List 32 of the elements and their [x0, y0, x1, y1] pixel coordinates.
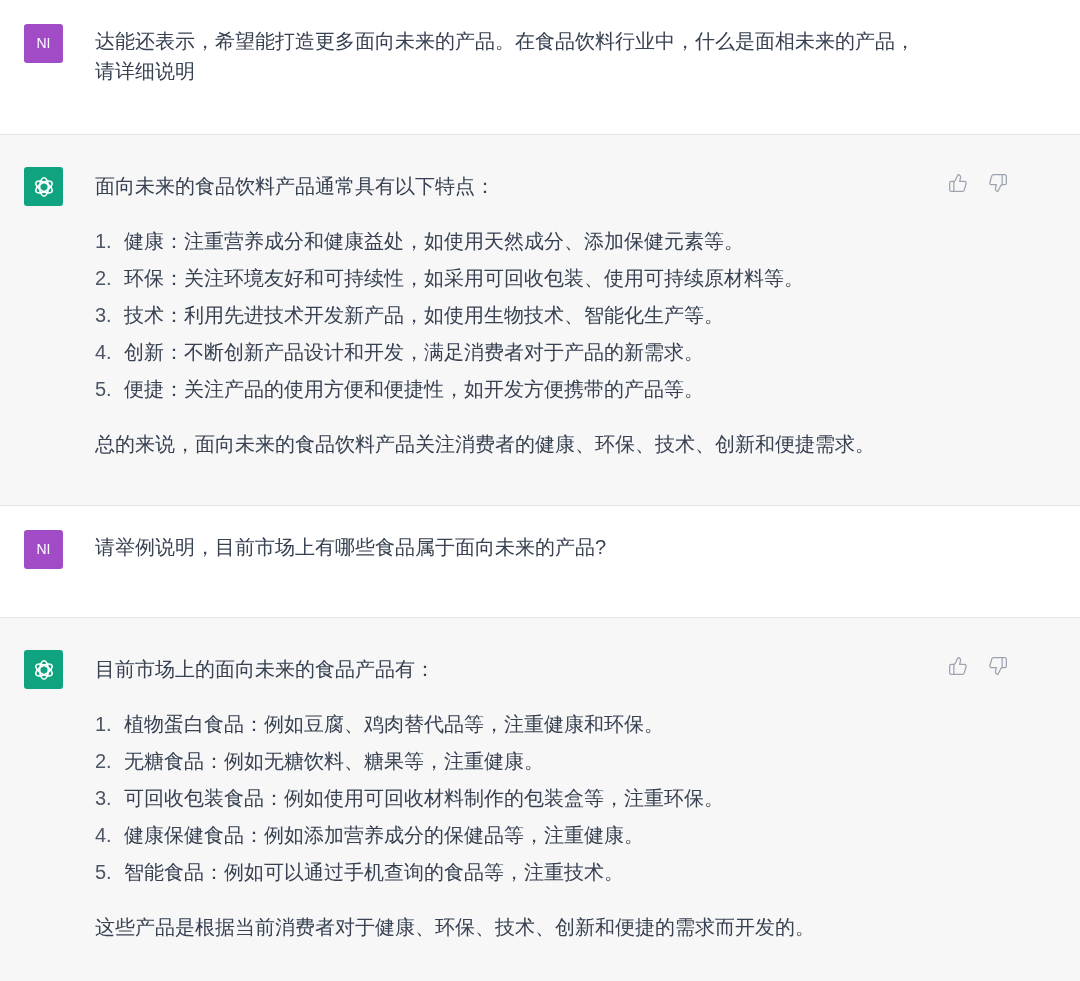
list-number: 2.	[95, 749, 113, 774]
thumbs-down-button[interactable]	[986, 654, 1010, 678]
assistant-intro: 面向未来的食品饮料产品通常具有以下特点：	[95, 174, 496, 199]
list-number: 5.	[95, 860, 113, 885]
list-item-text: 技术：利用先进技术开发新产品，如使用生物技术、智能化生产等。	[124, 303, 724, 328]
assistant-conclusion: 总的来说，面向未来的食品饮料产品关注消费者的健康、环保、技术、创新和便捷需求。	[95, 432, 876, 457]
list-number: 1.	[95, 229, 113, 254]
assistant-intro: 目前市场上的面向未来的食品产品有：	[95, 657, 436, 682]
list-item-text: 环保：关注环境友好和可持续性，如采用可回收包装、使用可持续原材料等。	[124, 266, 804, 291]
list-number: 3.	[95, 303, 113, 328]
thumbs-down-button[interactable]	[986, 171, 1010, 195]
list-item-text: 可回收包装食品：例如使用可回收材料制作的包装盒等，注重环保。	[124, 786, 724, 811]
user-message: 请举例说明，目前市场上有哪些食品属于面向未来的产品?	[95, 535, 607, 560]
list-number: 5.	[95, 377, 113, 402]
list-number: 4.	[95, 340, 113, 365]
list-item-text: 健康：注重营养成分和健康益处，如使用天然成分、添加保健元素等。	[124, 229, 744, 254]
user-avatar: NI	[24, 530, 63, 569]
assistant-conclusion: 这些产品是根据当前消费者对于健康、环保、技术、创新和便捷的需求而开发的。	[95, 915, 816, 940]
list-number: 1.	[95, 712, 113, 737]
list-number: 2.	[95, 266, 113, 291]
user-avatar: NI	[24, 24, 63, 63]
list-number: 3.	[95, 786, 113, 811]
user-message: 达能还表示，希望能打造更多面向未来的产品。在食品饮料行业中，什么是面相未来的产品，请详细说明	[95, 29, 916, 84]
list-item-text: 智能食品：例如可以通过手机查询的食品等，注重技术。	[124, 860, 624, 885]
list-item-text: 无糖食品：例如无糖饮料、糖果等，注重健康。	[124, 749, 544, 774]
list-item-text: 健康保健食品：例如添加营养成分的保健品等，注重健康。	[124, 823, 644, 848]
thumbs-up-button[interactable]	[946, 171, 970, 195]
list-item-text: 植物蛋白食品：例如豆腐、鸡肉替代品等，注重健康和环保。	[124, 712, 664, 737]
list-number: 4.	[95, 823, 113, 848]
list-item-text: 创新：不断创新产品设计和开发，满足消费者对于产品的新需求。	[124, 340, 704, 365]
list-item-text: 便捷：关注产品的使用方便和便捷性，如开发方便携带的产品等。	[124, 377, 704, 402]
thumbs-up-button[interactable]	[946, 654, 970, 678]
